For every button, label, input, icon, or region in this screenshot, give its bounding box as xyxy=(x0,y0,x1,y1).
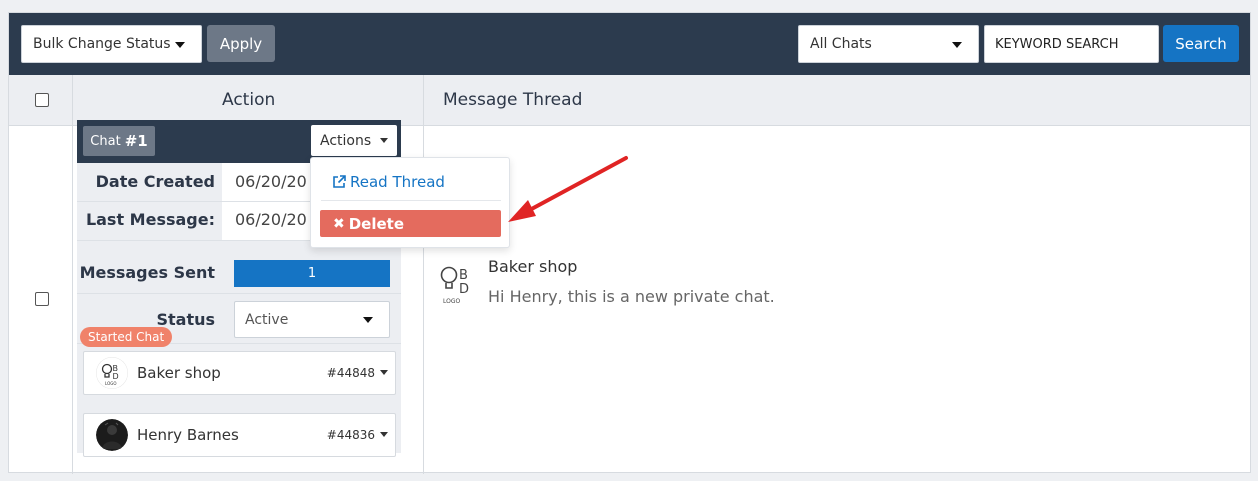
svg-text:D: D xyxy=(459,282,469,297)
chevron-down-icon xyxy=(175,42,185,48)
thread-message-text: Hi Henry, this is a new private chat. xyxy=(488,287,775,306)
chat-filter-select[interactable]: All Chats xyxy=(798,25,979,63)
red-arrow-annotation xyxy=(508,156,628,222)
chat-badge-prefix: Chat xyxy=(90,133,121,149)
status-select-value: Active xyxy=(245,311,289,328)
chat-filter-select-value: All Chats xyxy=(810,36,872,52)
last-message-value: 06/20/20 xyxy=(235,210,307,229)
logo-letters: B xyxy=(459,268,468,283)
apply-button[interactable]: Apply xyxy=(207,25,275,62)
started-chat-tag: Started Chat xyxy=(80,327,173,347)
participant-id: #44848 xyxy=(326,366,375,380)
participant-name: Henry Barnes xyxy=(137,426,239,444)
menu-divider xyxy=(321,200,501,201)
bulk-status-select-value: Bulk Change Status xyxy=(33,36,171,52)
baker-shop-avatar: B D LOGO xyxy=(96,357,128,389)
participant-item[interactable]: B D LOGO Baker shop #44848 xyxy=(83,351,396,395)
delete-label: Delete xyxy=(348,214,405,233)
keyword-search-input[interactable]: KEYWORD SEARCH xyxy=(984,25,1159,63)
column-divider xyxy=(423,75,424,474)
participant-id: #44836 xyxy=(326,428,375,442)
chevron-down-icon xyxy=(952,42,962,48)
thread-sender-name: Baker shop xyxy=(488,257,578,276)
table-header: Action Message Thread xyxy=(9,75,1250,126)
status-select[interactable]: Active xyxy=(234,301,390,338)
svg-text:LOGO: LOGO xyxy=(105,381,116,386)
select-all-checkbox[interactable] xyxy=(35,93,49,107)
chevron-down-icon[interactable] xyxy=(380,370,388,375)
participant-item[interactable]: Henry Barnes #44836 xyxy=(83,413,396,457)
svg-text:LOGO: LOGO xyxy=(443,298,461,305)
chat-number-badge: Chat #1 xyxy=(83,126,155,156)
date-created-label: Date Created xyxy=(95,172,215,191)
chevron-down-icon xyxy=(363,317,373,323)
toolbar: Bulk Change Status Apply All Chats KEYWO… xyxy=(9,13,1250,75)
search-button[interactable]: Search xyxy=(1163,25,1239,62)
chat-badge-number: #1 xyxy=(124,132,148,150)
last-message-label: Last Message: xyxy=(85,210,215,229)
external-link-icon xyxy=(333,175,346,188)
actions-dropdown-menu: Read Thread ✖ Delete xyxy=(310,157,510,248)
messages-sent-label: Messages Sent xyxy=(79,263,215,282)
row-checkbox[interactable] xyxy=(35,292,49,306)
chevron-down-icon[interactable] xyxy=(380,432,388,437)
participant-name: Baker shop xyxy=(137,364,221,382)
chevron-down-icon xyxy=(380,138,388,143)
actions-dropdown-button[interactable]: Actions xyxy=(311,125,397,156)
actions-label: Actions xyxy=(320,132,372,149)
bulk-status-select[interactable]: Bulk Change Status xyxy=(21,25,202,63)
messages-sent-bar: 1 xyxy=(234,260,390,287)
henry-barnes-avatar xyxy=(96,419,128,451)
baker-shop-logo: B D LOGO xyxy=(440,266,469,305)
menu-item-read-thread[interactable]: Read Thread xyxy=(331,173,445,191)
column-header-message-thread: Message Thread xyxy=(443,90,583,110)
date-created-value: 06/20/20 xyxy=(235,172,307,191)
row-divider xyxy=(77,293,401,294)
column-divider xyxy=(72,75,73,474)
close-icon: ✖ xyxy=(333,215,345,232)
status-label: Status xyxy=(156,310,215,329)
read-thread-label: Read Thread xyxy=(350,173,445,191)
svg-text:D: D xyxy=(113,372,119,381)
menu-item-delete[interactable]: ✖ Delete xyxy=(320,210,501,237)
column-header-action: Action xyxy=(222,90,276,110)
